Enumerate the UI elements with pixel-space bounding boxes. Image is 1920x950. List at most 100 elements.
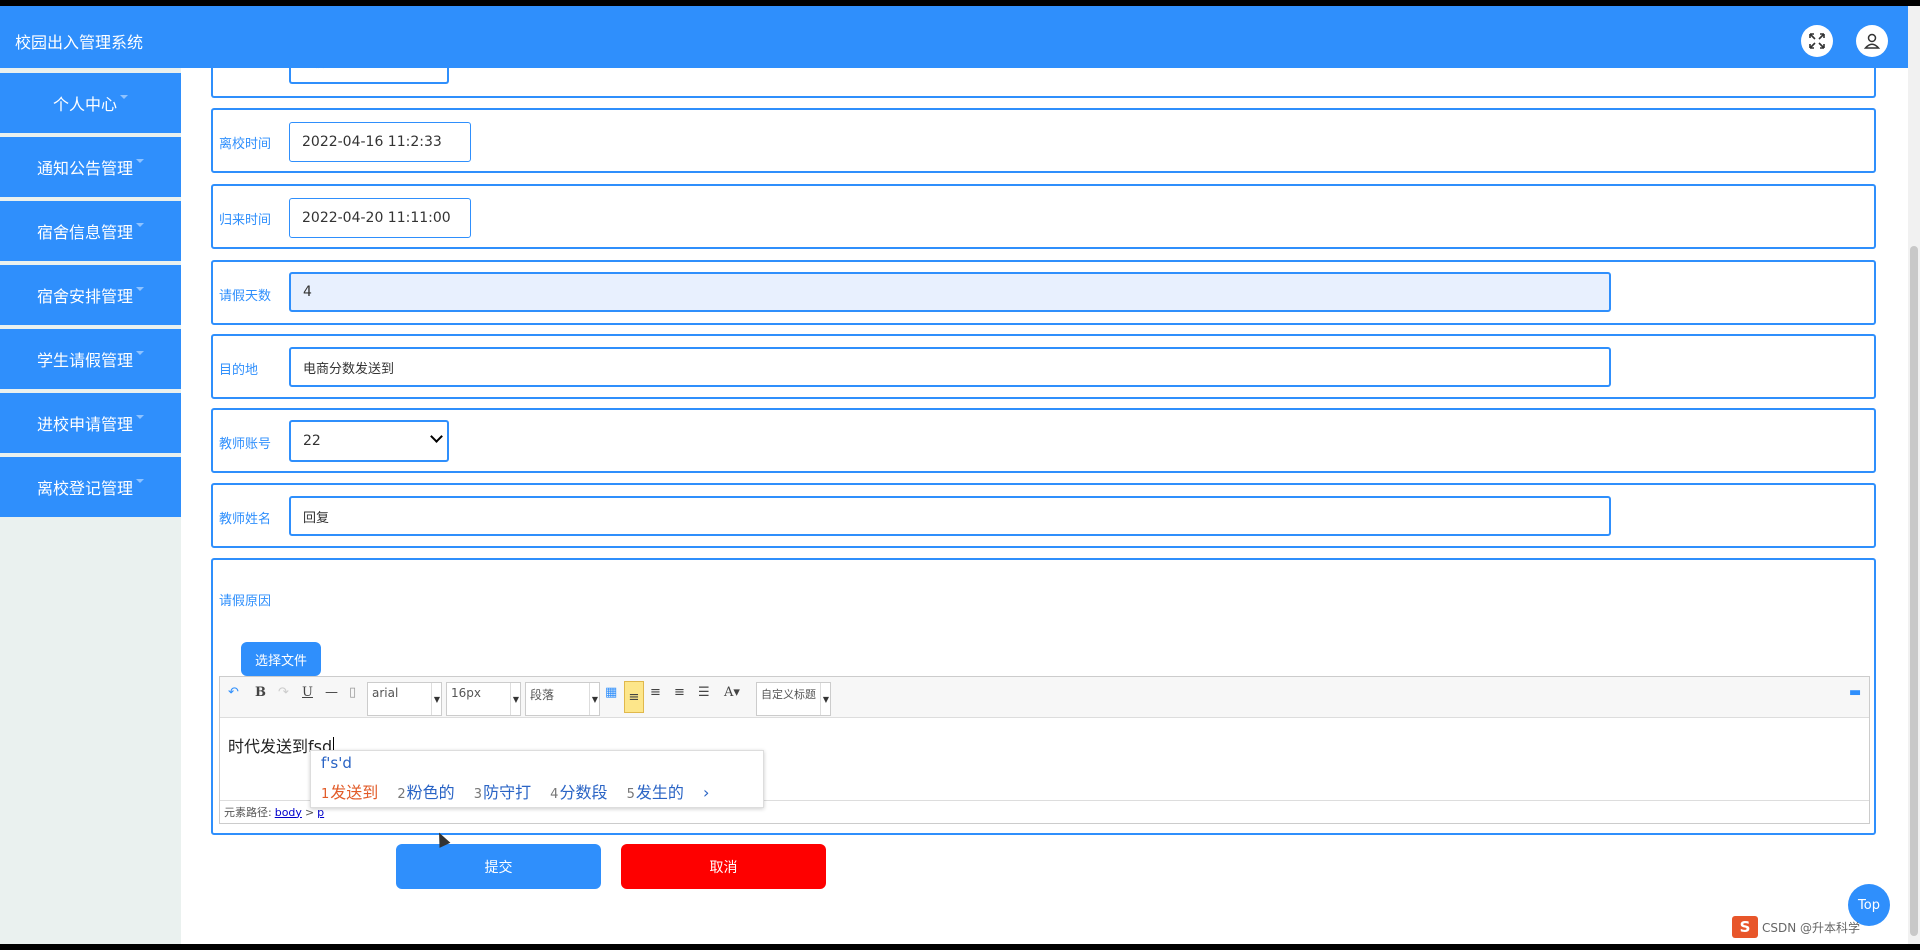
fullscreen-editor-icon[interactable]: ▬	[1849, 685, 1861, 700]
ime-candidate-list: 1发送到 2粉色的 3防守打 4分数段 5发生的 ›	[321, 779, 709, 803]
page-scrollbar[interactable]	[1908, 6, 1920, 944]
teacher-name-value: 回复	[303, 510, 330, 526]
ime-candidate[interactable]: 2粉色的	[397, 783, 454, 802]
user-icon	[1863, 33, 1881, 49]
teacher-name-input[interactable]: 回复	[289, 496, 1611, 536]
table-icon[interactable]: ▦	[605, 685, 617, 700]
horizontal-rule-icon[interactable]: —	[325, 685, 338, 700]
font-family-select[interactable]: arial ▼	[367, 682, 442, 716]
ime-candidate-number: 3	[473, 787, 483, 802]
paragraph-value: 段落	[530, 688, 555, 702]
ime-candidate[interactable]: 4分数段	[550, 783, 607, 802]
form-row-leave-time: 离校时间 2022-04-16 11:2:33	[211, 108, 1876, 173]
form-row-partial: 1级	[211, 68, 1876, 98]
system-tray: S CSDN @升本科学	[1732, 916, 1860, 938]
sogou-ime-icon[interactable]: S	[1732, 916, 1758, 938]
bold-icon[interactable]: B	[255, 685, 266, 700]
teacher-account-select[interactable]: 22	[289, 420, 449, 462]
destination-input[interactable]: 电商分数发送到	[289, 347, 1611, 387]
ime-candidate-window: f's'd 1发送到 2粉色的 3防守打 4分数段 5发生的 ›	[310, 750, 764, 808]
app-header: 校园出入管理系统	[0, 6, 1908, 68]
teacher-account-value: 22	[303, 433, 321, 449]
font-size-value: 16px	[451, 686, 481, 700]
destination-value: 电商分数发送到	[303, 361, 395, 377]
scrollbar-thumb[interactable]	[1910, 246, 1918, 936]
sidebar-item-label: 进校申请管理	[36, 415, 133, 434]
custom-title-select[interactable]: 自定义标题 ▼	[756, 682, 831, 716]
caret-down-icon	[136, 159, 144, 163]
caret-down-icon	[136, 415, 144, 419]
align-right-icon[interactable]: ≡	[650, 685, 661, 700]
align-justify-icon[interactable]: ☰	[698, 685, 710, 700]
leave-days-value: 4	[303, 284, 312, 300]
leave-time-input[interactable]: 2022-04-16 11:2:33	[289, 122, 471, 162]
sidebar-item-dorm-info-management[interactable]: 宿舍信息管理	[0, 201, 181, 261]
choose-file-button[interactable]: 选择文件	[241, 642, 321, 676]
sidebar-item-label: 个人中心	[52, 95, 117, 114]
destination-label: 目的地	[219, 363, 259, 378]
return-time-input[interactable]: 2022-04-20 11:11:00	[289, 198, 471, 238]
ime-candidate-number: 2	[397, 787, 406, 802]
sidebar-item-entry-application-management[interactable]: 进校申请管理	[0, 393, 181, 453]
paragraph-select[interactable]: 段落 ▼	[525, 682, 600, 716]
form-row-teacher-account: 教师账号 22	[211, 408, 1876, 473]
sidebar-item-label: 通知公告管理	[36, 159, 133, 178]
element-path-body-link[interactable]: body	[275, 806, 302, 819]
caret-down-icon: ▼	[431, 683, 442, 715]
teacher-name-label: 教师姓名	[219, 512, 272, 527]
ime-candidate[interactable]: 3防守打	[474, 783, 531, 802]
align-center-icon[interactable]: ≡	[674, 685, 685, 700]
redo-icon[interactable]: ↷	[278, 685, 289, 700]
underline-icon[interactable]: U	[302, 685, 313, 700]
sidebar-item-notice-management[interactable]: 通知公告管理	[0, 137, 181, 197]
font-size-select[interactable]: 16px ▼	[446, 682, 521, 716]
sidebar-item-label: 宿舍信息管理	[36, 223, 133, 242]
form-row-return-time: 归来时间 2022-04-20 11:11:00	[211, 184, 1876, 249]
leave-days-input[interactable]: 4	[289, 272, 1611, 312]
chevron-down-icon	[430, 430, 443, 443]
caret-down-icon	[136, 287, 144, 291]
undo-icon[interactable]: ↶	[228, 685, 239, 700]
sidebar-item-departure-registration-management[interactable]: 离校登记管理	[0, 457, 181, 517]
return-time-label: 归来时间	[219, 213, 272, 228]
clipboard-icon[interactable]: ▯	[349, 685, 356, 700]
screen-bottom-border	[0, 944, 1920, 950]
ime-next-page-icon[interactable]: ›	[703, 783, 709, 802]
ime-candidate-number: 1	[321, 787, 330, 802]
sidebar: 个人中心 通知公告管理 宿舍信息管理 宿舍安排管理 学生请假管理 进校申请管理 …	[0, 68, 181, 944]
align-left-icon[interactable]: ≡	[624, 681, 644, 713]
caret-down-icon: ▼	[510, 683, 521, 715]
ime-candidate-number: 5	[626, 787, 635, 802]
ime-candidate-text: 粉色的	[406, 783, 455, 802]
caret-down-icon: ▼	[589, 683, 600, 715]
ime-candidate[interactable]: 5发生的	[627, 783, 684, 802]
partial-field-value: 1级	[303, 68, 324, 71]
form-row-teacher-name: 教师姓名 回复	[211, 483, 1876, 548]
sidebar-item-label: 离校登记管理	[36, 479, 133, 498]
tray-watermark-text: CSDN @升本科学	[1762, 920, 1861, 935]
ime-candidate-text: 防守打	[483, 783, 532, 802]
cancel-button[interactable]: 取消	[621, 844, 826, 889]
fullscreen-button[interactable]	[1801, 25, 1833, 57]
sidebar-item-label: 宿舍安排管理	[36, 287, 133, 306]
font-color-icon[interactable]: A▾	[724, 685, 740, 700]
sidebar-item-personal-center[interactable]: 个人中心	[0, 73, 181, 133]
leave-time-value: 2022-04-16 11:2:33	[302, 134, 442, 150]
user-button[interactable]	[1856, 25, 1888, 57]
element-path-label: 元素路径:	[224, 806, 272, 819]
ime-candidate-text: 分数段	[559, 783, 608, 802]
sidebar-item-student-leave-management[interactable]: 学生请假管理	[0, 329, 181, 389]
submit-button[interactable]: 提交	[396, 844, 601, 889]
fullscreen-icon	[1809, 33, 1825, 49]
caret-down-icon	[136, 351, 144, 355]
sidebar-item-dorm-arrangement-management[interactable]: 宿舍安排管理	[0, 265, 181, 325]
ime-candidate-text: 发生的	[635, 783, 684, 802]
partial-field[interactable]: 1级	[289, 68, 449, 84]
caret-down-icon	[136, 223, 144, 227]
caret-down-icon	[136, 479, 144, 483]
main-content: 1级 离校时间 2022-04-16 11:2:33 归来时间 2022-04-…	[181, 68, 1908, 944]
app-title: 校园出入管理系统	[15, 33, 144, 52]
caret-down-icon: ▼	[820, 683, 830, 715]
editor-toolbar: ↶ B ↷ U — ▯ arial ▼ 16px ▼ 段落 ▼ ▦ ≡ ≡ ≡ ☰ A…	[220, 677, 1869, 718]
ime-candidate[interactable]: 1发送到	[321, 783, 378, 802]
